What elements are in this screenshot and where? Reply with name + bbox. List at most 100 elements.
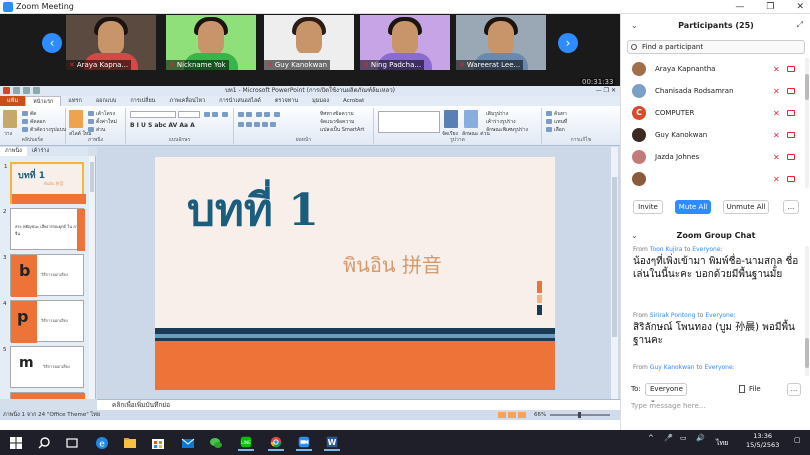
select-label[interactable]: เลือก <box>554 126 565 134</box>
copy-label[interactable]: คัดลอก <box>30 118 46 126</box>
notifications-icon[interactable]: ▢ <box>794 436 801 444</box>
format-buttons[interactable]: B I U S abc AV Aa A <box>130 122 195 129</box>
reading-view-icon[interactable] <box>518 412 526 418</box>
slide-sorter-icon[interactable] <box>508 412 516 418</box>
line-spacing-icon[interactable] <box>274 112 280 117</box>
tab-insert[interactable]: แทรก <box>61 96 88 106</box>
video-off-icon[interactable] <box>787 176 795 182</box>
slide-thumbnail[interactable] <box>10 392 85 399</box>
chat-message-input[interactable]: Type message here... <box>631 402 801 414</box>
columns-icon[interactable] <box>270 122 276 127</box>
file-icon[interactable] <box>739 385 745 393</box>
participant-row[interactable]: Jazda Johnes ✕ <box>621 146 807 168</box>
paste-icon[interactable] <box>3 110 17 128</box>
chat-scrollbar[interactable] <box>805 246 809 376</box>
layout-label[interactable]: เค้าโครง <box>96 110 115 118</box>
search-icon[interactable] <box>36 435 52 451</box>
participant-row[interactable]: C COMPUTER ✕ <box>621 102 807 124</box>
tab-outline[interactable]: เค้าร่าง <box>27 147 54 156</box>
video-off-icon[interactable] <box>787 88 795 94</box>
reset-label[interactable]: ตั้งค่าใหม่ <box>96 118 117 126</box>
muted-mic-icon[interactable]: ✕ <box>773 131 780 140</box>
tab-file[interactable]: แฟ้ม <box>0 96 26 106</box>
next-videos-button[interactable]: › <box>558 33 578 53</box>
zoom-slider-knob[interactable] <box>578 412 581 418</box>
scrollbar-thumb[interactable] <box>90 162 94 192</box>
muted-mic-icon[interactable]: ✕ <box>773 153 780 162</box>
tab-transitions[interactable]: การเปลี่ยน <box>123 96 162 106</box>
font-name-dropdown[interactable] <box>130 111 176 118</box>
increase-indent-icon[interactable] <box>264 112 270 117</box>
muted-mic-icon[interactable]: ✕ <box>773 87 780 96</box>
mute-all-button[interactable]: Mute All <box>675 200 711 214</box>
video-off-icon[interactable] <box>787 132 795 138</box>
microphone-icon[interactable]: 🎤 <box>664 434 673 442</box>
numbering-icon[interactable] <box>246 112 252 117</box>
scrollbar-thumb[interactable] <box>805 338 809 368</box>
view-buttons[interactable] <box>498 412 526 418</box>
shrink-font-icon[interactable] <box>212 112 218 117</box>
layout-icon[interactable] <box>88 111 94 116</box>
popout-icon[interactable]: ⤢ <box>797 20 803 30</box>
chat-more-button[interactable]: ... <box>787 383 801 396</box>
shape-fill-label[interactable]: เติมรูปร่าง <box>486 110 508 118</box>
slide-thumbnail[interactable]: 2 สระ พยัญชนะ เสียงวรรณยุกต์ ใน ภาษาจีน <box>3 208 85 251</box>
normal-view-icon[interactable] <box>498 412 506 418</box>
reset-icon[interactable] <box>88 119 94 124</box>
notes-pane[interactable]: คลิกเพื่อเพิ่มบันทึกย่อ <box>97 399 620 410</box>
align-left-icon[interactable] <box>238 122 244 127</box>
shape-effects-label[interactable]: ลักษณะพิเศษรูปร่าง <box>486 126 528 134</box>
scrollbar-thumb[interactable] <box>805 74 809 100</box>
video-off-icon[interactable] <box>787 66 795 72</box>
slide-thumbnail[interactable]: 1 บทที่ 1 พินอิน 拼音 <box>4 162 86 204</box>
participant-row[interactable]: Chanisada Rodsamran ✕ <box>621 80 807 102</box>
justify-icon[interactable] <box>262 122 268 127</box>
align-center-icon[interactable] <box>246 122 252 127</box>
tab-view[interactable]: มุมมอง <box>305 96 336 106</box>
replace-icon[interactable] <box>546 119 552 124</box>
new-slide-icon[interactable] <box>69 110 83 128</box>
decrease-indent-icon[interactable] <box>256 112 262 117</box>
bullets-icon[interactable] <box>238 112 244 117</box>
mail-icon[interactable] <box>180 435 196 451</box>
zoom-level[interactable]: 66% <box>534 410 546 420</box>
smartart-label[interactable]: แปลงเป็น SmartArt <box>320 126 364 134</box>
line-app-icon[interactable]: LINE <box>238 435 254 451</box>
video-tile[interactable]: ✕ Ning Padcha... <box>360 15 450 70</box>
slide-subtitle[interactable]: พินอิน 拼音 <box>343 249 442 281</box>
file-button[interactable]: File <box>749 385 761 393</box>
video-off-icon[interactable] <box>787 154 795 160</box>
maximize-button[interactable]: ❐ <box>766 0 774 14</box>
slide-heading[interactable]: บทที่ 1 <box>187 175 319 245</box>
close-button[interactable]: ✕ <box>796 0 804 14</box>
invite-button[interactable]: Invite <box>633 200 663 214</box>
shapes-gallery[interactable] <box>378 111 440 133</box>
tab-animations[interactable]: ภาพเคลื่อนไหว <box>162 96 212 106</box>
chrome-icon[interactable] <box>268 435 284 451</box>
unmute-all-button[interactable]: Unmute All <box>723 200 769 214</box>
participant-row[interactable]: Guy Kanokwan ✕ <box>621 124 807 146</box>
current-slide[interactable]: บทที่ 1 พินอิน 拼音 <box>155 157 555 390</box>
tab-slides[interactable]: ภาพนิ่ง <box>0 147 27 156</box>
task-view-icon[interactable] <box>64 435 80 451</box>
find-icon[interactable] <box>546 111 552 116</box>
language-indicator[interactable]: ไทย <box>716 438 728 449</box>
find-label[interactable]: ค้นหา <box>554 110 567 118</box>
slide-thumbnail[interactable]: 5 m วิธีการออกเสียง <box>3 346 84 388</box>
replace-label[interactable]: แทนที่ <box>554 118 567 126</box>
network-icon[interactable]: ▭ <box>680 434 687 442</box>
slide-thumbnail[interactable]: 4 p วิธีการออกเสียง <box>3 300 84 343</box>
redo-icon[interactable] <box>33 87 40 94</box>
muted-mic-icon[interactable]: ✕ <box>773 65 780 74</box>
recipient-dropdown[interactable]: Everyone ⌄ <box>645 383 687 404</box>
store-icon[interactable] <box>150 435 166 451</box>
thumbnail-scrollbar[interactable] <box>89 156 95 399</box>
previous-videos-button[interactable]: ‹ <box>42 33 62 53</box>
tray-chevron-icon[interactable]: ^ <box>648 434 654 442</box>
select-icon[interactable] <box>546 127 552 132</box>
participant-search-input[interactable]: Find a participant <box>627 40 805 54</box>
grow-font-icon[interactable] <box>204 112 210 117</box>
section-label[interactable]: ส่วน <box>96 126 105 134</box>
text-direction-label[interactable]: ทิศทางข้อความ <box>320 110 354 118</box>
editor-scrollbar[interactable] <box>611 147 618 399</box>
